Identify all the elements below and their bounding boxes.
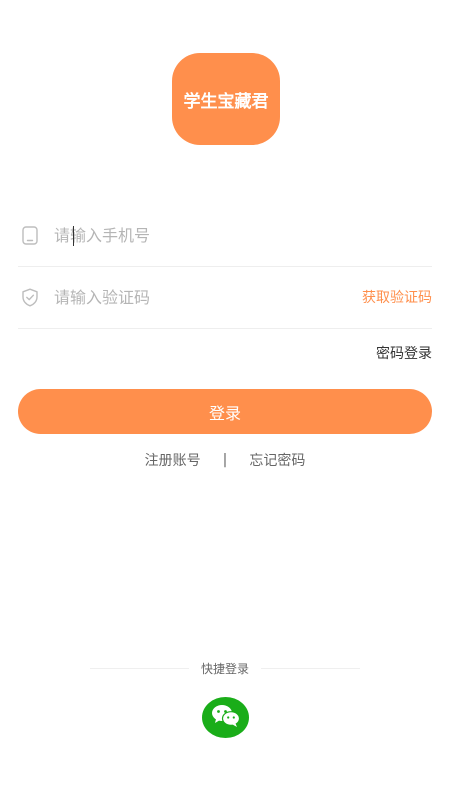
quick-login-label: 快捷登录 — [201, 662, 250, 676]
phone-field[interactable] — [18, 204, 432, 267]
wechat-login-button[interactable] — [202, 697, 249, 738]
divider-line-right — [261, 668, 361, 669]
links-separator: | — [222, 452, 228, 468]
text-cursor — [73, 226, 74, 246]
forgot-password-link[interactable]: 忘记密码 — [249, 450, 305, 470]
register-link[interactable]: 注册账号 — [145, 450, 201, 470]
app-logo: 学生宝藏君 — [172, 53, 280, 145]
shield-icon — [20, 287, 40, 307]
password-login-link[interactable]: 密码登录 — [376, 343, 432, 363]
code-field[interactable]: 获取验证码 — [18, 266, 432, 329]
login-page: 学生宝藏君 获取验证码 密码登录 登录 注册账号 | 忘记密码 快捷登录 — [0, 0, 450, 800]
account-links: 注册账号 | 忘记密码 — [0, 450, 450, 470]
divider-line-left — [90, 668, 189, 669]
logo-text: 学生宝藏君 — [183, 91, 269, 112]
code-input[interactable] — [54, 282, 362, 312]
login-button[interactable]: 登录 — [18, 389, 432, 434]
phone-input[interactable] — [54, 220, 432, 250]
get-code-button[interactable]: 获取验证码 — [362, 287, 432, 307]
quick-login-divider: 快捷登录 — [90, 660, 361, 677]
phone-icon — [20, 225, 40, 245]
wechat-icon — [210, 703, 242, 733]
